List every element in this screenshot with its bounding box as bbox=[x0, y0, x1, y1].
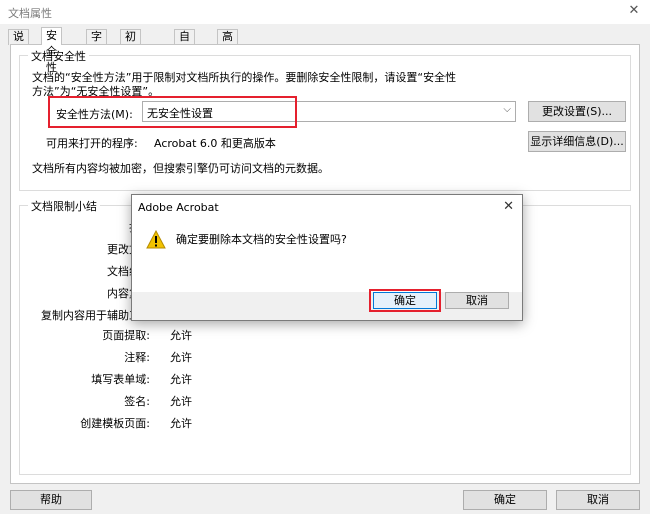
dialog-ok-button[interactable]: 确定 bbox=[373, 292, 437, 309]
encryption-note: 文档所有内容均被加密，但搜索引擎仍可访问文档的元数据。 bbox=[32, 162, 329, 175]
show-details-button[interactable]: 显示详细信息(D)... bbox=[528, 131, 626, 152]
tab-initial-view[interactable]: 初始视图 bbox=[120, 29, 141, 85]
tab-custom[interactable]: 自定义 bbox=[174, 29, 195, 71]
restriction-row-value: 允许 bbox=[170, 417, 192, 430]
warning-icon bbox=[146, 230, 166, 249]
restriction-row-label: 创建模板页面: bbox=[80, 417, 150, 430]
restriction-row-value: 允许 bbox=[170, 351, 192, 364]
confirm-dialog: Adobe Acrobat ✕ 确定要删除本文档的安全性设置吗? 确定 取消 bbox=[131, 194, 523, 321]
dialog-body: 确定要删除本文档的安全性设置吗? bbox=[132, 219, 522, 292]
chevron-down-icon: ⌵ bbox=[503, 104, 511, 115]
document-security-legend: 文档安全性 bbox=[28, 48, 89, 64]
restriction-summary-legend: 文档限制小结 bbox=[28, 198, 100, 214]
dialog-close-icon[interactable]: ✕ bbox=[503, 199, 514, 214]
window-title: 文档属性 bbox=[8, 7, 52, 20]
close-icon[interactable]: ✕ bbox=[626, 3, 642, 19]
dialog-footer: 确定 取消 bbox=[132, 289, 522, 320]
restriction-row-value: 允许 bbox=[170, 373, 192, 386]
open-with-value: Acrobat 6.0 和更高版本 bbox=[154, 137, 276, 150]
restriction-row-label: 填写表单域: bbox=[91, 373, 150, 386]
restriction-row-label: 文档组 bbox=[107, 265, 140, 278]
restriction-row-label: 更改文 bbox=[107, 243, 140, 256]
open-with-label: 可用来打开的程序: bbox=[46, 137, 138, 150]
restriction-row-label: 注释: bbox=[124, 351, 150, 364]
highlight-box-method bbox=[48, 96, 297, 128]
dialog-titlebar: Adobe Acrobat ✕ bbox=[132, 195, 522, 219]
tab-fonts[interactable]: 字体 bbox=[86, 29, 107, 57]
change-settings-button[interactable]: 更改设置(S)... bbox=[528, 101, 626, 122]
document-security-group: 文档安全性 文档的“安全性方法”用于限制对文档所执行的操作。要删除安全性限制，请… bbox=[19, 48, 631, 191]
cancel-button[interactable]: 取消 bbox=[556, 490, 640, 510]
restriction-row-label: 签名: bbox=[124, 395, 150, 408]
restriction-row-value: 允许 bbox=[170, 395, 192, 408]
restriction-row-label: 复制内容用于辅助工 bbox=[41, 309, 140, 322]
restriction-row-label: 页面提取: bbox=[102, 329, 150, 342]
window-titlebar: 文档属性 ✕ bbox=[0, 0, 650, 24]
restriction-row-label: 内容复 bbox=[107, 287, 140, 300]
tab-security[interactable]: 安全性 bbox=[41, 27, 62, 74]
tab-description[interactable]: 说明 bbox=[8, 29, 29, 57]
restriction-row-label: 打 bbox=[0, 219, 140, 235]
dialog-cancel-button[interactable]: 取消 bbox=[445, 292, 509, 309]
ok-button[interactable]: 确定 bbox=[463, 490, 547, 510]
restriction-row-value: 允许 bbox=[170, 329, 192, 342]
tab-advanced[interactable]: 高级 bbox=[217, 29, 238, 57]
help-button[interactable]: 帮助 bbox=[10, 490, 92, 510]
dialog-title: Adobe Acrobat bbox=[138, 201, 219, 214]
dialog-message: 确定要删除本文档的安全性设置吗? bbox=[176, 233, 347, 246]
